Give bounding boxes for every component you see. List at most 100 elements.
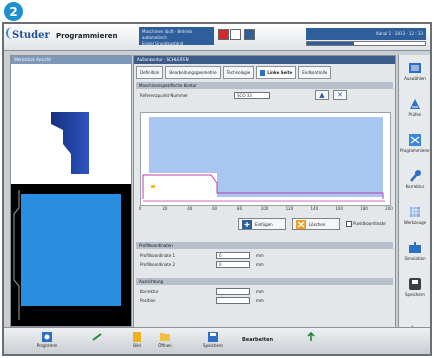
bottom-button-up[interactable]: [296, 330, 326, 352]
axis-tick: 100: [260, 206, 269, 211]
image-icon: [133, 332, 141, 342]
open-icon: [160, 333, 170, 341]
studer-logo: Studer: [6, 27, 50, 41]
bottom-button-program[interactable]: Programm: [32, 330, 62, 352]
tab-technology[interactable]: Technologie: [222, 66, 255, 79]
profile-row-2-input[interactable]: 0: [216, 261, 250, 268]
profile-row-1-unit: mm: [256, 253, 264, 258]
insert-label: Einfügen: [255, 222, 273, 227]
top-bar: Studer Programmieren Maschinen läuft · B…: [4, 24, 430, 51]
save-icon: [208, 332, 218, 342]
sidebar-item-save[interactable]: Speichern: [400, 273, 430, 307]
axis-tick: 80: [237, 206, 243, 211]
tab-label: Endkontrolle: [302, 70, 328, 75]
sidebar-item-correction[interactable]: Korrektur: [400, 165, 430, 199]
right-sidebar: Auswählen Prüfen Programmieren Korrektur…: [398, 55, 430, 342]
status-line-1: Maschinen läuft · Betrieb automatisch: [142, 29, 192, 40]
axis-tick: 140: [310, 206, 319, 211]
tab-geometry[interactable]: Bearbeitungsgeometrie: [165, 66, 221, 79]
detail-outline: [13, 190, 20, 320]
sidebar-item-simulation[interactable]: Simulation: [400, 237, 430, 271]
checkbox-box: [346, 221, 352, 227]
tab-final-check[interactable]: Endkontrolle: [298, 66, 332, 79]
axis-tick: 180: [360, 206, 368, 211]
sidebar-label: Auswählen: [404, 76, 426, 81]
section-header-profile: Profilkoordinaten: [136, 242, 393, 249]
tab-label: Bearbeitungsgeometrie: [169, 70, 217, 75]
status-indicator-icon[interactable]: [230, 29, 241, 40]
reference-field-label: Referenzpunkt-Nummer: [140, 93, 188, 98]
alarm-indicator-icon[interactable]: [218, 29, 229, 40]
align-row-1-unit: mm: [256, 289, 264, 294]
delete-point-button[interactable]: Löschen: [292, 218, 340, 230]
workpiece-preview-panel: Werkstück Ansicht: [10, 55, 132, 327]
bottom-label: Speichern: [203, 343, 223, 348]
app-title: Programmieren: [56, 32, 118, 40]
up-icon: [307, 331, 315, 341]
bottom-label: Öffnen: [158, 343, 172, 348]
checkbox-label: Punktkoordinate: [353, 221, 386, 226]
axis-tick: 20: [162, 206, 168, 211]
channel-indicator-icon[interactable]: [244, 29, 255, 40]
profile-row-1-input[interactable]: 0: [216, 252, 250, 259]
reference-field-input[interactable]: SCO 33: [234, 92, 270, 99]
bottom-button-arrow[interactable]: [82, 330, 112, 352]
tab-definition[interactable]: Definition: [136, 66, 164, 79]
delete-label: Löschen: [309, 222, 326, 227]
arrow-icon: [92, 333, 102, 341]
bottom-button-open[interactable]: Öffnen: [150, 330, 180, 352]
sidebar-item-check[interactable]: Prüfen: [400, 93, 430, 127]
simulation-icon: [409, 242, 421, 253]
section-header-contour: Maschinenspezifische Kontur: [136, 82, 393, 89]
insert-icon: [242, 220, 252, 229]
align-row-2-input[interactable]: [216, 297, 250, 304]
section-header-alignment: Ausrichtung: [136, 278, 393, 285]
axis-tick: 60: [212, 206, 218, 211]
nav-button-icon[interactable]: ▲: [315, 90, 329, 100]
tab-label: Definition: [140, 70, 160, 75]
panel-title: Außenkontur · SCHLEIFEN: [134, 56, 395, 64]
bottom-button-image[interactable]: Bild: [122, 330, 152, 352]
clear-button-icon[interactable]: ✕: [333, 90, 347, 100]
program-icon: [42, 332, 52, 342]
sidebar-label: Korrektur: [405, 184, 425, 189]
list-icon: [409, 63, 421, 73]
tool-marker-icon: [151, 185, 155, 188]
align-row-1-label: Korrektur: [140, 289, 159, 294]
sidebar-label: Simulation: [404, 256, 426, 261]
step-number-badge: 2: [4, 2, 23, 21]
axis-tick: 120: [285, 206, 294, 211]
wrench-icon: [410, 170, 421, 182]
align-row-2-unit: mm: [256, 298, 264, 303]
sidebar-label: Prüfen: [408, 112, 422, 117]
axis-tick: 40: [187, 206, 193, 211]
tab-left-side[interactable]: Linke Seite: [256, 66, 297, 79]
contour-plot[interactable]: [140, 112, 391, 206]
bottom-label: Bild: [133, 343, 141, 348]
progress-fill: [307, 42, 355, 45]
profile-row-2-label: Profilkoordinate 2: [140, 262, 176, 267]
machine-status-box: Maschinen läuft · Betrieb automatisch Ei…: [139, 27, 214, 46]
tab-label: Technologie: [226, 70, 251, 75]
bottom-label: Programm: [36, 343, 58, 348]
application-window: Studer Programmieren Maschinen läuft · B…: [2, 22, 432, 356]
tools-icon: [410, 207, 420, 217]
bottom-toolbar: Programm Bild Öffnen Speichern Bearbeite…: [4, 327, 430, 354]
sidebar-item-program[interactable]: Programmieren: [400, 129, 430, 163]
profile-row-1-label: Profilkoordinate 1: [140, 253, 176, 258]
bottom-button-save[interactable]: Speichern: [198, 330, 228, 352]
insert-point-button[interactable]: Einfügen: [238, 218, 286, 230]
profile-row-2-unit: mm: [256, 262, 264, 267]
save-icon: [409, 278, 421, 290]
axis-tick: 0: [138, 206, 142, 211]
axis-tick: 160: [335, 206, 344, 211]
logo-swoosh-icon: [6, 27, 18, 39]
point-coordinate-checkbox[interactable]: Punktkoordinate: [346, 221, 386, 227]
axis-tick: 200: [385, 206, 393, 211]
delete-icon: [296, 220, 306, 229]
sidebar-label: Speichern: [405, 292, 425, 297]
align-row-1-input[interactable]: [216, 288, 250, 295]
sidebar-item-tools[interactable]: Werkzeuge: [400, 201, 430, 235]
sidebar-item-select[interactable]: Auswählen: [400, 57, 430, 91]
axis-ticks: 0 20 40 60 80 100 120 140 160 180 200: [138, 206, 393, 214]
